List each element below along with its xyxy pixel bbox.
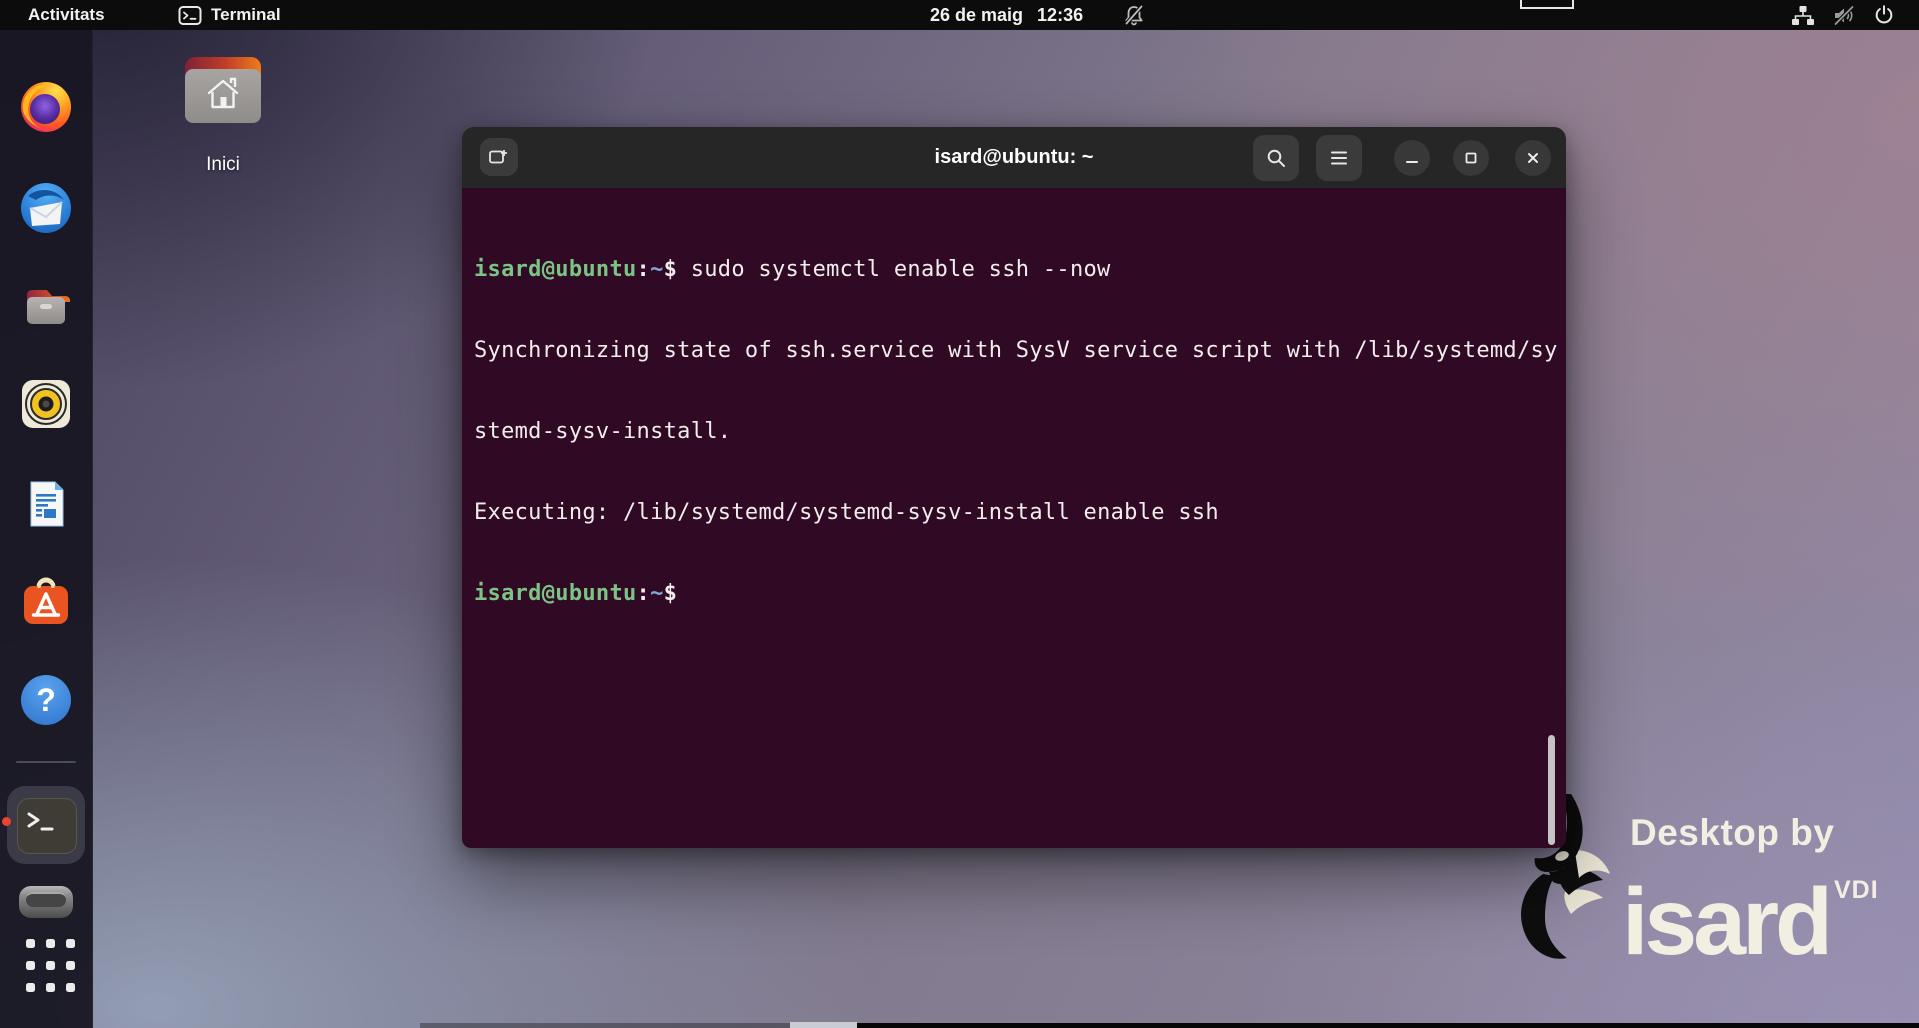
terminal-scrollbar[interactable] bbox=[1548, 735, 1555, 845]
rhythmbox-icon bbox=[18, 376, 74, 432]
close-icon bbox=[1526, 151, 1540, 165]
maximize-button[interactable] bbox=[1453, 140, 1489, 176]
watermark-desktop-by: Desktop by bbox=[1630, 812, 1834, 854]
terminal-window-icon bbox=[178, 5, 202, 26]
terminal-output-line: Synchronizing state of ssh.service with … bbox=[474, 337, 1558, 364]
notifications-disabled-icon bbox=[1122, 4, 1146, 26]
network-wired-icon bbox=[1791, 5, 1815, 26]
dock-item-rhythmbox[interactable] bbox=[18, 376, 74, 432]
dock-separator bbox=[16, 761, 76, 763]
typed-command: sudo systemctl enable ssh --now bbox=[691, 257, 1111, 282]
hamburger-menu-icon bbox=[1329, 149, 1349, 167]
close-button[interactable] bbox=[1515, 140, 1551, 176]
home-folder-label: Inici bbox=[163, 154, 283, 176]
menu-button[interactable] bbox=[1316, 135, 1362, 181]
clock-date: 26 de maig bbox=[930, 5, 1023, 26]
prompt-path: ~ bbox=[650, 581, 664, 606]
app-grid-button[interactable] bbox=[26, 939, 75, 992]
maximize-icon bbox=[1464, 151, 1478, 165]
files-folder-icon bbox=[18, 279, 74, 335]
dock-item-firefox[interactable] bbox=[18, 79, 74, 135]
drive-icon bbox=[26, 892, 66, 907]
new-tab-icon bbox=[487, 145, 511, 169]
focused-app-indicator[interactable]: Terminal bbox=[178, 0, 281, 30]
ubuntu-software-icon bbox=[18, 574, 74, 630]
help-icon: ? bbox=[18, 672, 74, 728]
dock-item-thunderbird[interactable] bbox=[18, 180, 74, 236]
terminal-content-area[interactable]: isard@ubuntu:~$sudo systemctl enable ssh… bbox=[462, 188, 1566, 848]
minimize-button[interactable] bbox=[1394, 140, 1430, 176]
libreoffice-writer-icon bbox=[18, 476, 74, 532]
audio-muted-icon bbox=[1832, 5, 1856, 26]
screen-edge-artifact bbox=[1520, 0, 1574, 9]
help-glyph: ? bbox=[36, 682, 56, 718]
terminal-window: isard@ubuntu: ~ bbox=[462, 127, 1566, 848]
clock-button[interactable]: 26 de maig 12:36 bbox=[930, 0, 1083, 30]
search-icon bbox=[1265, 147, 1287, 169]
firefox-icon bbox=[18, 79, 74, 135]
new-tab-button[interactable] bbox=[480, 138, 518, 176]
terminal-output-line: Executing: /lib/systemd/systemd-sysv-ins… bbox=[474, 499, 1558, 526]
prompt-colon: : bbox=[637, 581, 651, 606]
dock-item-ubuntu-software[interactable] bbox=[18, 574, 74, 630]
thunderbird-icon bbox=[18, 180, 74, 236]
prompt-colon: : bbox=[637, 257, 651, 282]
terminal-app-icon bbox=[17, 798, 77, 854]
watermark-brand: isard bbox=[1622, 868, 1829, 977]
dock-item-drive[interactable] bbox=[19, 886, 73, 918]
dock-item-terminal[interactable] bbox=[7, 786, 85, 864]
power-icon bbox=[1873, 4, 1895, 26]
home-folder-shortcut[interactable]: Inici bbox=[163, 52, 283, 186]
terminal-output: isard@ubuntu:~$sudo systemctl enable ssh… bbox=[474, 202, 1558, 661]
minimize-icon bbox=[1405, 151, 1419, 165]
search-button[interactable] bbox=[1253, 135, 1299, 181]
terminal-command-line: isard@ubuntu:~$ sudo systemctl enable ssh… bbox=[474, 256, 1558, 283]
focused-app-label: Terminal bbox=[211, 5, 281, 25]
dock-item-files[interactable] bbox=[18, 279, 74, 335]
prompt-user-host: isard@ubuntu bbox=[474, 581, 637, 606]
desktop-screen: Desktop by isard VDI isard@ubuntu: ~ bbox=[0, 0, 1919, 1028]
dock: ? bbox=[0, 30, 93, 1028]
terminal-prompt-line: isard@ubuntu:~$ bbox=[474, 580, 1558, 607]
app-grid-icon bbox=[26, 939, 35, 948]
activities-button[interactable]: Activitats bbox=[28, 0, 105, 30]
prompt-user-host: isard@ubuntu bbox=[474, 257, 637, 282]
terminal-output-line: stemd-sysv-install. bbox=[474, 418, 1558, 445]
video-scrubbar-handle bbox=[790, 1022, 857, 1028]
running-indicator-dot bbox=[2, 817, 11, 826]
system-status-menu[interactable] bbox=[1791, 0, 1895, 30]
dock-item-libreoffice-writer[interactable] bbox=[18, 476, 74, 532]
house-icon bbox=[203, 75, 243, 113]
terminal-prompt-glyph-icon bbox=[26, 809, 62, 839]
prompt-dollar: $ bbox=[664, 257, 678, 282]
prompt-path: ~ bbox=[650, 257, 664, 282]
watermark-vdi: VDI bbox=[1834, 876, 1879, 905]
dock-item-help[interactable]: ? bbox=[18, 672, 74, 728]
top-bar: Activitats Terminal 26 de maig 12:36 bbox=[0, 0, 1919, 30]
terminal-titlebar[interactable]: isard@ubuntu: ~ bbox=[462, 127, 1566, 189]
video-scrubbar-segment bbox=[420, 1023, 790, 1028]
prompt-dollar: $ bbox=[664, 581, 678, 606]
video-scrubbar-segment bbox=[857, 1023, 1919, 1028]
home-folder-icon bbox=[185, 57, 261, 123]
clock-time: 12:36 bbox=[1037, 5, 1083, 26]
